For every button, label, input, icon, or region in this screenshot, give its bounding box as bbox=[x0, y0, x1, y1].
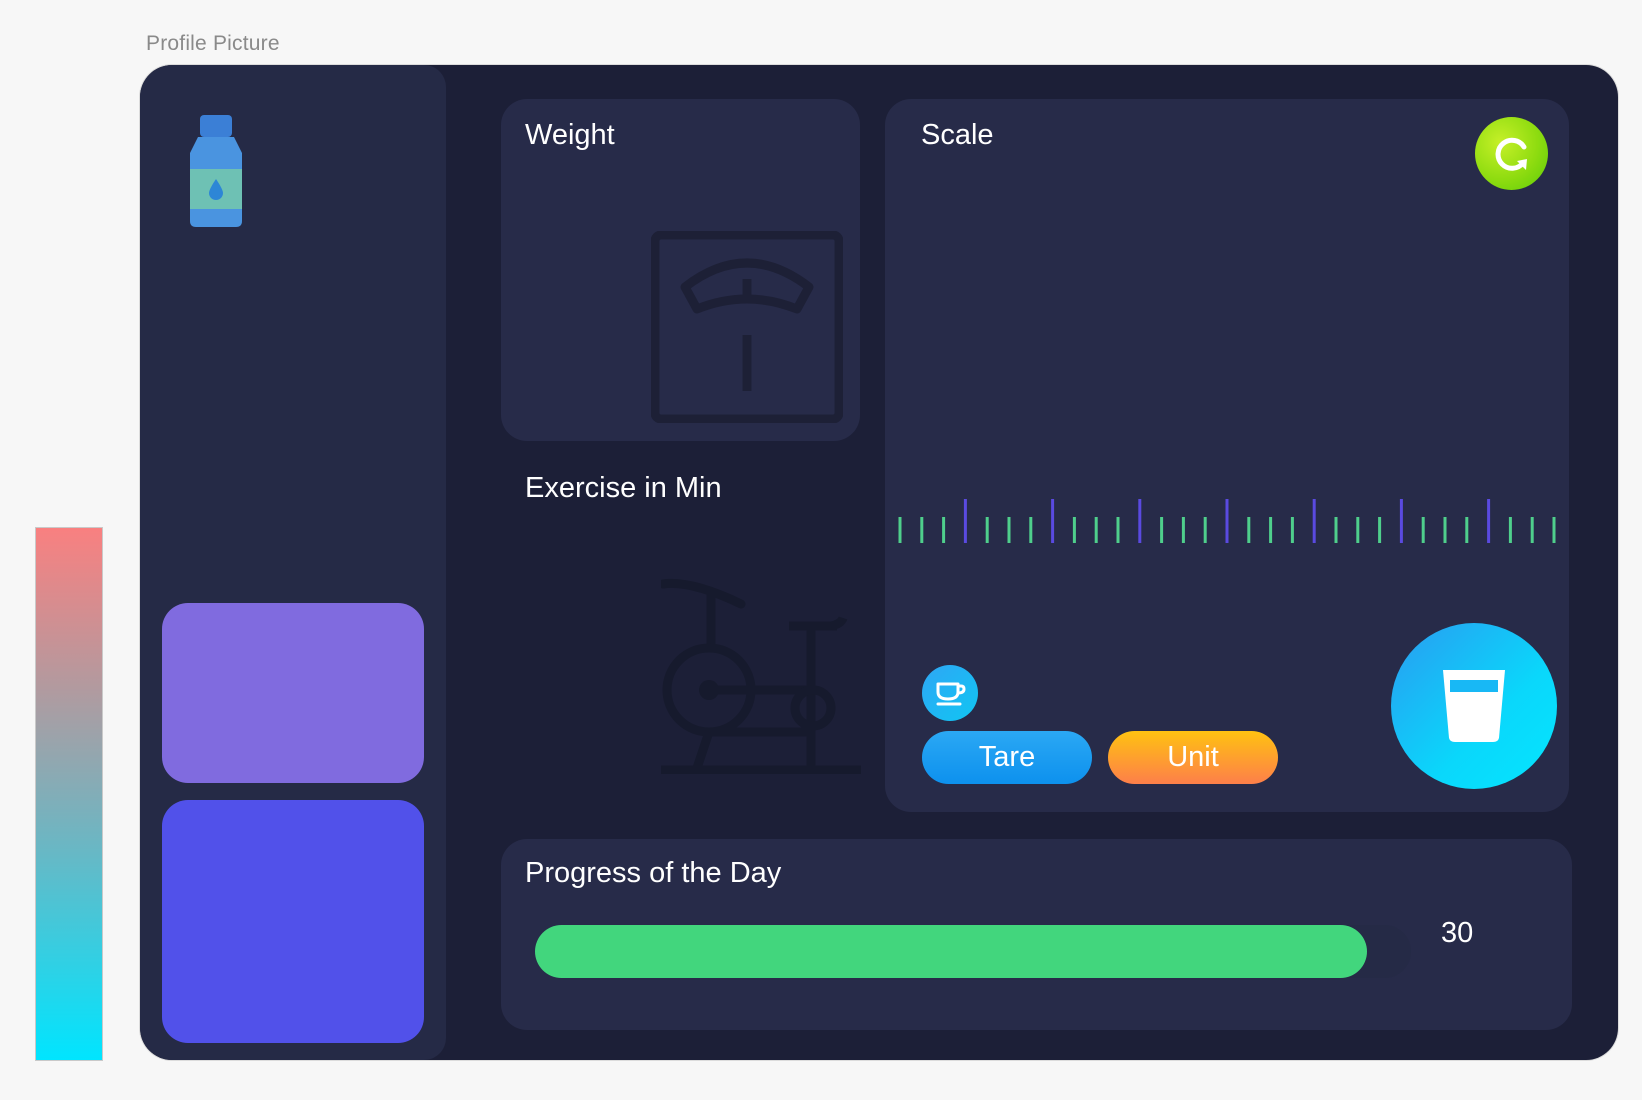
scale-title: Scale bbox=[921, 119, 994, 151]
weight-title: Weight bbox=[525, 119, 615, 151]
exercise-card: Exercise in Min bbox=[501, 470, 861, 810]
water-bottle-icon bbox=[190, 115, 242, 227]
purple-tile[interactable] bbox=[162, 603, 424, 783]
unit-button[interactable]: Unit bbox=[1108, 731, 1278, 784]
water-glass-icon bbox=[1443, 670, 1505, 742]
dashboard-frame: Weight Exercise in Min Scale Tare Unit P… bbox=[140, 65, 1618, 1060]
progress-card: Progress of the Day 30 bbox=[501, 839, 1572, 1030]
refresh-button[interactable] bbox=[1475, 117, 1548, 190]
progress-bar bbox=[535, 925, 1411, 978]
tare-button[interactable]: Tare bbox=[922, 731, 1092, 784]
scale-ruler bbox=[898, 499, 1556, 543]
progress-title: Progress of the Day bbox=[525, 857, 782, 889]
progress-bar-fill bbox=[535, 925, 1368, 978]
scale-card: Scale Tare Unit bbox=[885, 99, 1569, 812]
color-gradient-bar bbox=[36, 528, 102, 1060]
progress-value: 30 bbox=[1441, 917, 1474, 949]
profile-picture-caption: Profile Picture bbox=[146, 32, 280, 55]
cup-button[interactable] bbox=[922, 665, 978, 721]
exercise-bike-icon bbox=[661, 578, 861, 774]
exercise-title: Exercise in Min bbox=[525, 472, 722, 504]
blue-tile[interactable] bbox=[162, 800, 424, 1043]
coffee-cup-icon bbox=[936, 682, 966, 706]
bathroom-scale-icon bbox=[651, 231, 843, 423]
weight-card: Weight bbox=[501, 99, 860, 441]
sidebar bbox=[140, 65, 446, 1060]
refresh-icon bbox=[1495, 137, 1527, 171]
water-glass-button[interactable] bbox=[1391, 623, 1557, 789]
